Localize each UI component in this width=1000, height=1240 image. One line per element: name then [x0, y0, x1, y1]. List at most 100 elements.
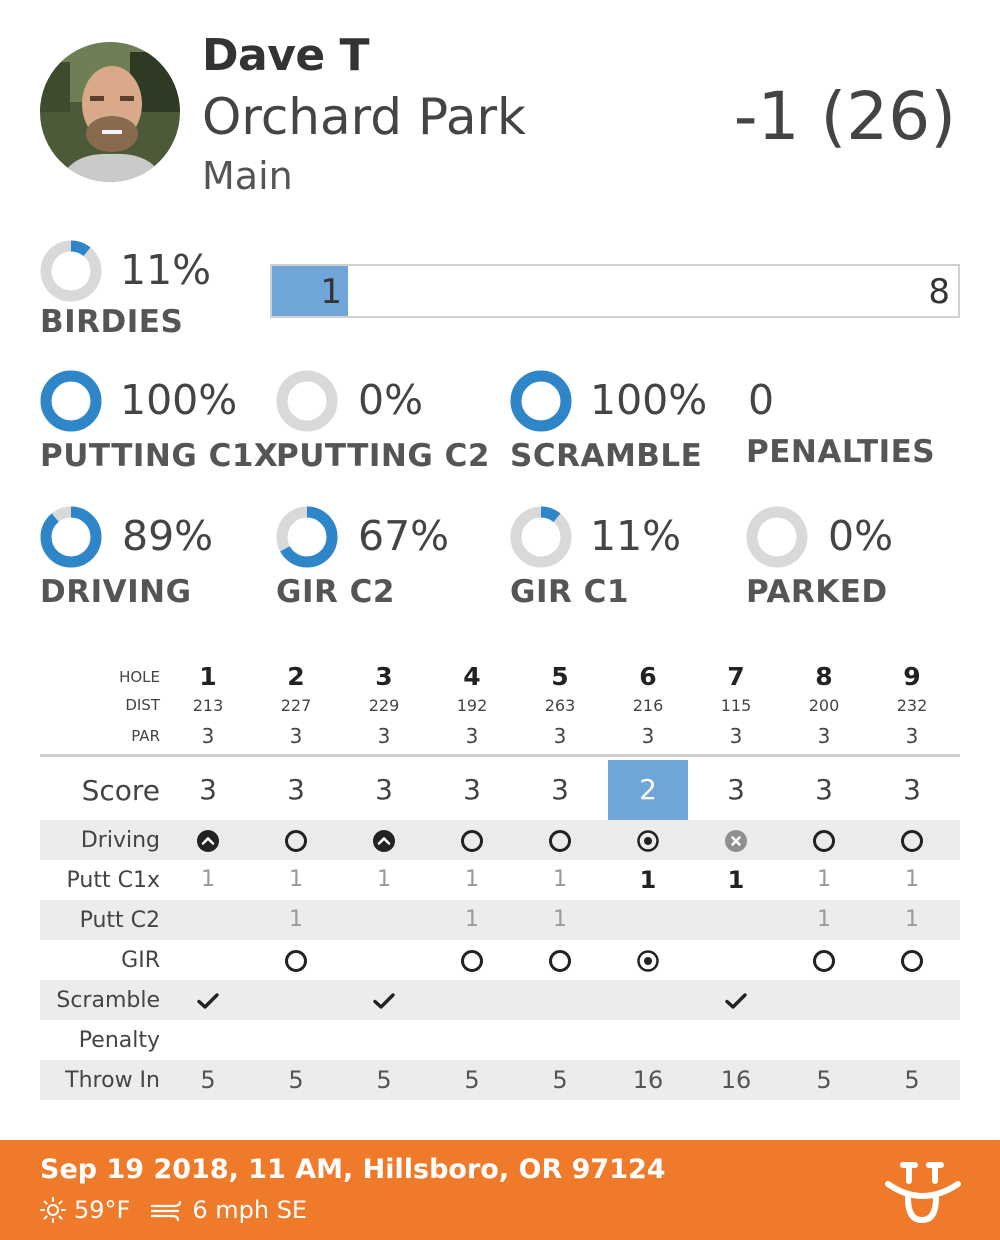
hole-number-8: 8 — [815, 662, 833, 691]
scramble-progress-ring — [510, 370, 572, 432]
penalty-row-label: Penalty — [78, 1028, 160, 1053]
circle-outline-icon — [461, 830, 483, 852]
driving-label: DRIVING — [40, 574, 192, 610]
penalty-row: Penalty — [40, 1020, 960, 1060]
driving-row-label: Driving — [80, 828, 160, 853]
putting-c2-label: PUTTING C2 — [276, 438, 490, 474]
throw-in-cell-5: 5 — [552, 1066, 568, 1094]
hole-par-7: 3 — [729, 724, 743, 748]
scramble-row-label: Scramble — [56, 988, 160, 1013]
score-cell-2: 3 — [287, 773, 305, 806]
weather-info: 59°F 6 mph SE — [40, 1196, 307, 1224]
penalty-cell-2 — [256, 1020, 336, 1060]
driving-cell-5 — [520, 820, 600, 860]
check-icon — [197, 993, 219, 1009]
hole-distance-3: 229 — [368, 696, 400, 715]
parked-progress-ring — [746, 506, 808, 568]
check-icon — [725, 993, 747, 1009]
hole-distance-5: 263 — [544, 696, 576, 715]
hole-number-2: 2 — [287, 662, 305, 691]
circle-outline-icon — [461, 950, 483, 972]
scramble-cell-7 — [696, 980, 776, 1020]
throw-in-cell-9: 5 — [904, 1066, 920, 1094]
stat-gir-c2: 67% GIR C2 — [276, 506, 506, 616]
scramble-cell-3 — [344, 980, 424, 1020]
circle-outline-icon — [285, 950, 307, 972]
hole-number-1: 1 — [199, 662, 217, 691]
throw-in-cell-8: 5 — [816, 1066, 832, 1094]
temperature: 59°F — [74, 1196, 131, 1224]
par-header-label: PAR — [131, 727, 160, 745]
gir-cell-5 — [520, 940, 600, 980]
layout-name: Main — [202, 154, 293, 198]
gir-c2-percent: 67% — [358, 512, 450, 560]
putt-c2-cell-1 — [168, 900, 248, 940]
putt-c1x-cell-3: 1 — [377, 867, 391, 892]
penalty-cell-6 — [608, 1020, 688, 1060]
score-cell-1: 3 — [199, 773, 217, 806]
score-row-label: Score — [81, 774, 160, 807]
score-cell-6: 2 — [608, 760, 688, 820]
hole-number-7: 7 — [727, 662, 745, 691]
dist-header-label: DIST — [125, 696, 160, 714]
gir-cell-8 — [784, 940, 864, 980]
player-name: Dave T — [202, 30, 370, 81]
circle-outline-icon — [901, 830, 923, 852]
stat-driving: 89% DRIVING — [40, 506, 270, 616]
gir-cell-6 — [608, 940, 688, 980]
stat-putting-c1x: 100% PUTTING C1X — [40, 370, 278, 480]
scorecard-divider — [40, 754, 960, 757]
gir-cell-9 — [872, 940, 952, 980]
hole-distance-7: 115 — [720, 696, 752, 715]
sun-icon — [40, 1197, 66, 1223]
hole-header-label: HOLE — [119, 668, 160, 686]
hole-par-8: 3 — [817, 724, 831, 748]
circle-dot-icon — [637, 830, 659, 852]
hole-par-5: 3 — [553, 724, 567, 748]
birdies-bar: 1 8 — [270, 264, 960, 318]
putt-c1x-cell-7: 1 — [727, 866, 745, 894]
round-info: Sep 19 2018, 11 AM, Hillsboro, OR 97124 — [40, 1154, 666, 1185]
scramble-percent: 100% — [590, 376, 708, 424]
x-circle-icon — [725, 830, 747, 852]
hole-distance-4: 192 — [456, 696, 488, 715]
putt-c1x-cell-2: 1 — [289, 867, 303, 892]
score-cell-3: 3 — [375, 773, 393, 806]
hole-par-4: 3 — [465, 724, 479, 748]
penalty-cell-3 — [344, 1020, 424, 1060]
putt-c1x-cell-8: 1 — [817, 867, 831, 892]
parked-percent: 0% — [828, 512, 894, 560]
hole-par-3: 3 — [377, 724, 391, 748]
putt-c1x-cell-4: 1 — [465, 867, 479, 892]
putt-c2-row: Putt C2 1 1 1 1 1 — [40, 900, 960, 940]
throw-in-cell-1: 5 — [200, 1066, 216, 1094]
throw-in-cell-2: 5 — [288, 1066, 304, 1094]
throw-in-cell-4: 5 — [464, 1066, 480, 1094]
circle-outline-icon — [549, 830, 571, 852]
throw-in-cell-7: 16 — [720, 1066, 752, 1094]
scramble-cell-4 — [432, 980, 512, 1020]
penalty-cell-7 — [696, 1020, 776, 1060]
putt-c2-cell-6 — [608, 900, 688, 940]
driving-percent: 89% — [122, 512, 214, 560]
putt-c2-cell-4: 1 — [465, 907, 479, 932]
hole-number-9: 9 — [903, 662, 921, 691]
throw-in-row-label: Throw In — [65, 1068, 160, 1093]
putt-c2-cell-3 — [344, 900, 424, 940]
hole-distance-9: 232 — [896, 696, 928, 715]
wind-icon — [151, 1200, 182, 1221]
gir-c1-percent: 11% — [590, 512, 682, 560]
circle-dot-icon — [637, 950, 659, 972]
hole-distance-2: 227 — [280, 696, 312, 715]
round-footer: Sep 19 2018, 11 AM, Hillsboro, OR 97124 … — [0, 1140, 1000, 1240]
putting-c1x-percent: 100% — [120, 376, 238, 424]
scramble-label: SCRAMBLE — [510, 438, 703, 474]
scramble-cell-5 — [520, 980, 600, 1020]
putting-c2-progress-ring — [276, 370, 338, 432]
driving-cell-4 — [432, 820, 512, 860]
putt-c1x-cell-6: 1 — [639, 866, 657, 894]
scramble-cell-2 — [256, 980, 336, 1020]
score-cell-9: 3 — [903, 773, 921, 806]
score-row: Score 3 3 3 3 3 2 3 3 3 — [40, 760, 960, 820]
udisc-logo-icon[interactable] — [884, 1158, 962, 1224]
